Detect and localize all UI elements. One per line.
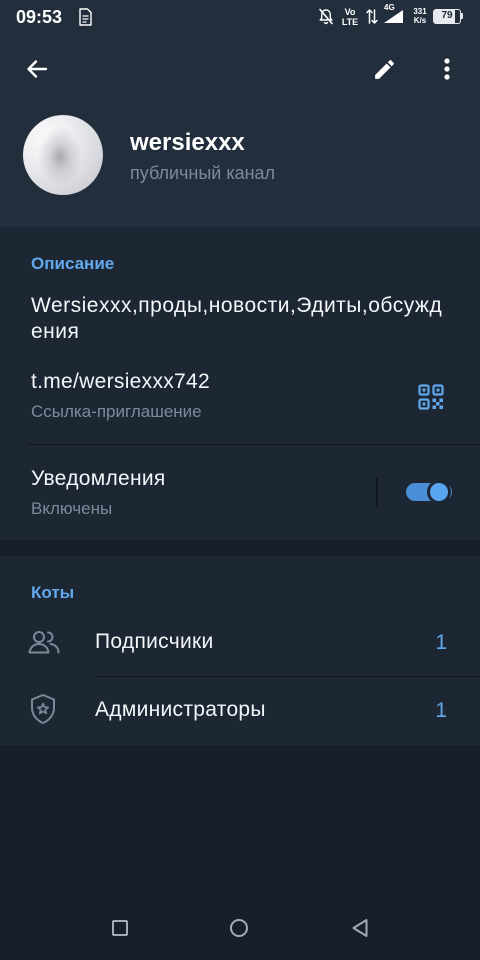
notifications-label: Уведомления [31,467,166,490]
channel-description: Wersiexxx,проды,новости,Эдиты,обсуждения [31,294,443,343]
back-arrow-icon [27,60,48,78]
speed-value: 331 [413,7,427,16]
invite-link-caption: Ссылка-приглашение [31,402,202,421]
nav-home-button[interactable] [230,919,248,937]
channel-name: wersiexxx [130,129,245,156]
edit-button[interactable] [370,55,398,83]
more-menu-button[interactable] [435,55,459,83]
administrators-count: 1 [435,699,447,722]
channel-header: wersiexxx публичный канал [0,34,480,227]
qr-code-button[interactable] [414,380,448,414]
notifications-row[interactable]: Уведомления Включены [0,445,480,540]
battery-indicator: 79 [433,9,461,24]
triangle-back-icon [352,919,368,937]
notifications-toggle[interactable] [404,480,454,504]
invite-link: t.me/wersiexxx742 [31,370,210,393]
administrators-label: Администраторы [95,698,266,721]
back-button[interactable] [23,55,51,83]
info-card: Описание Wersiexxx,проды,новости,Эдиты,о… [0,227,480,540]
data-arrows-icon [366,9,378,24]
battery-percent: 79 [441,10,453,21]
vertical-separator [376,478,378,507]
invite-link-row[interactable]: t.me/wersiexxx742 Ссылка-приглашение [0,355,480,444]
bell-off-icon [319,8,333,25]
administrators-row[interactable]: Администраторы 1 [0,677,480,745]
notifications-status: Включены [31,499,113,518]
channel-avatar[interactable] [23,115,103,195]
toggle-knob [427,480,451,504]
shield-star-icon [31,694,55,724]
status-bar: 09:53 Vo LTE 4G 331 K/s 79 [0,0,480,34]
document-notification-icon [79,8,92,26]
members-section-title: Коты [31,583,75,602]
members-card: Коты Подписчики 1 Администраторы 1 [0,556,480,745]
nav-back-button[interactable] [348,915,372,941]
volte-top: Vo [344,7,356,17]
description-title: Описание [31,254,115,273]
users-icon [28,631,60,654]
nav-recents-button[interactable] [112,920,128,936]
subscribers-label: Подписчики [95,630,214,653]
subscribers-count: 1 [435,631,447,654]
channel-type: публичный канал [130,163,276,183]
speed-unit: K/s [413,16,427,25]
clock: 09:53 [16,7,63,27]
volte-indicator: Vo LTE [341,7,359,27]
system-nav-bar [0,896,480,960]
volte-bottom: LTE [341,17,359,27]
network-type: 4G [384,3,395,12]
pencil-icon [374,59,394,79]
qr-code-icon [418,384,444,410]
battery-tip [461,13,463,19]
network-speed: 331 K/s [410,7,430,25]
subscribers-row[interactable]: Подписчики 1 [0,610,480,676]
more-vertical-icon [444,58,450,80]
